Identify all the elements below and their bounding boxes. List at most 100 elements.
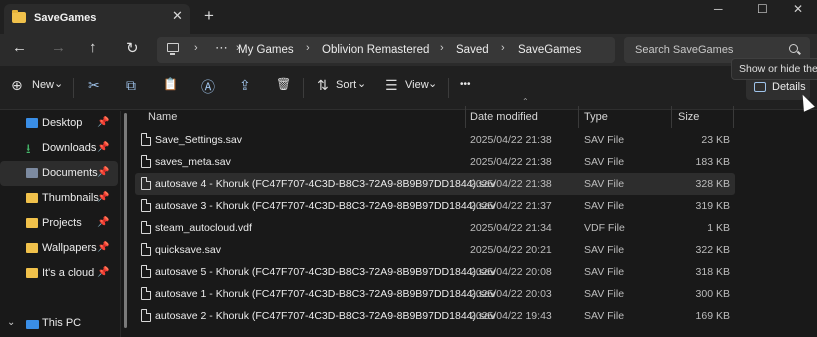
pin-icon[interactable]: 📌 (97, 142, 109, 153)
paste-icon[interactable]: 📋 (163, 77, 178, 91)
sidebar-item-its-a-cloud[interactable]: It's a cloud 📌 (0, 261, 118, 286)
column-header-name[interactable]: Name (148, 111, 177, 123)
rename-icon[interactable]: Ⓐ (201, 77, 215, 97)
breadcrumb-oblivion-remastered[interactable]: Oblivion Remastered (322, 44, 429, 56)
file-row[interactable]: autosave 4 - Khoruk (FC47F707-4C3D-B8C3-… (135, 173, 735, 195)
file-row[interactable]: steam_autocloud.vdf 2025/04/22 21:34 VDF… (135, 217, 735, 239)
new-tab-button[interactable]: + (204, 6, 214, 26)
file-icon (141, 133, 151, 146)
file-name: Save_Settings.sav (155, 134, 242, 146)
new-button[interactable]: New (32, 79, 54, 91)
scrollbar[interactable] (124, 113, 127, 328)
cut-icon[interactable]: ✂ (88, 77, 100, 94)
column-divider[interactable] (465, 106, 466, 128)
sidebar-item-label: Documents (42, 167, 98, 179)
share-icon[interactable]: ⇪ (239, 77, 251, 94)
file-row[interactable]: autosave 5 - Khoruk (FC47F707-4C3D-B8C3-… (135, 261, 735, 283)
refresh-button[interactable]: ↻ (126, 39, 139, 57)
maximize-button[interactable]: ☐ (757, 2, 768, 16)
sidebar-item-thumbnails[interactable]: Thumbnails 📌 (0, 186, 118, 211)
pin-icon[interactable]: 📌 (97, 167, 109, 178)
file-row[interactable]: autosave 2 - Khoruk (FC47F707-4C3D-B8C3-… (135, 305, 735, 327)
file-row[interactable]: Save_Settings.sav 2025/04/22 21:38 SAV F… (135, 129, 735, 151)
sidebar-item-wallpapers[interactable]: Wallpapers 📌 (0, 236, 118, 261)
minimize-button[interactable]: ─ (714, 2, 723, 16)
file-date: 2025/04/22 20:03 (470, 288, 552, 300)
pane-splitter[interactable] (120, 111, 121, 337)
breadcrumb-savegames[interactable]: SaveGames (518, 44, 581, 56)
new-icon[interactable]: ⊕ (11, 77, 23, 94)
title-bar: SaveGames ✕ + ─ ☐ ✕ (0, 0, 817, 34)
chevron-down-icon[interactable]: ⌄ (357, 77, 366, 90)
more-breadcrumbs-icon[interactable]: ⋯ (215, 40, 229, 56)
sort-button[interactable]: Sort (336, 79, 356, 91)
file-row[interactable]: quicksave.sav 2025/04/22 20:21 SAV File … (135, 239, 735, 261)
folder-icon (26, 268, 38, 278)
column-header-row: Name Date modified Type Size (135, 106, 735, 128)
sidebar-item-downloads[interactable]: ⭳ Downloads 📌 (0, 136, 118, 161)
sidebar-item-projects[interactable]: Projects 📌 (0, 211, 118, 236)
sidebar-item-documents[interactable]: Documents 📌 (0, 161, 118, 186)
file-name: autosave 4 - Khoruk (FC47F707-4C3D-B8C3-… (155, 178, 496, 190)
tab-close-icon[interactable]: ✕ (172, 8, 183, 24)
file-type: SAV File (584, 156, 625, 168)
close-window-button[interactable]: ✕ (793, 2, 803, 16)
breadcrumb-separator[interactable]: › (440, 42, 444, 54)
file-size: 23 KB (701, 134, 730, 146)
file-icon (141, 243, 151, 256)
folder-icon (12, 10, 26, 23)
breadcrumb-separator[interactable]: › (306, 42, 310, 54)
back-button[interactable]: ← (12, 39, 27, 56)
file-name: saves_meta.sav (155, 156, 231, 168)
file-type: SAV File (584, 134, 625, 146)
forward-button[interactable]: → (51, 39, 66, 56)
more-options-icon[interactable]: ••• (460, 79, 471, 90)
sidebar-item-label: It's a cloud (42, 267, 95, 279)
chevron-down-icon[interactable]: ⌄ (54, 77, 63, 90)
column-header-date[interactable]: Date modified (470, 111, 538, 123)
breadcrumb-separator[interactable]: › (194, 42, 198, 54)
breadcrumb-my-games[interactable]: My Games (238, 44, 294, 56)
pin-icon[interactable]: 📌 (97, 192, 109, 203)
documents-icon (26, 168, 38, 178)
column-header-type[interactable]: Type (584, 111, 608, 123)
address-bar[interactable]: › ⋯ › My Games › Oblivion Remastered › S… (157, 37, 615, 63)
copy-icon[interactable]: ⧉ (126, 77, 136, 94)
column-divider[interactable] (671, 106, 672, 128)
view-icon[interactable]: ☰ (385, 77, 398, 94)
column-header-size[interactable]: Size (678, 111, 699, 123)
column-divider[interactable] (578, 106, 579, 128)
search-icon[interactable] (789, 44, 798, 53)
breadcrumb-saved[interactable]: Saved (456, 44, 489, 56)
pin-icon[interactable]: 📌 (97, 117, 109, 128)
pin-icon[interactable]: 📌 (97, 267, 109, 278)
file-icon (141, 221, 151, 234)
details-label: Details (772, 81, 806, 93)
pin-icon[interactable]: 📌 (97, 242, 109, 253)
file-size: 319 KB (695, 200, 730, 212)
sidebar-item-this-pc[interactable]: This PC (42, 317, 81, 329)
details-pane-icon (754, 82, 766, 92)
file-row[interactable]: saves_meta.sav 2025/04/22 21:38 SAV File… (135, 151, 735, 173)
pin-icon[interactable]: 📌 (97, 217, 109, 228)
this-pc-icon (26, 320, 39, 329)
delete-icon[interactable]: 🗑 (276, 77, 291, 91)
file-size: 1 KB (707, 222, 730, 234)
column-divider[interactable] (733, 106, 734, 128)
up-button[interactable]: ↑ (89, 39, 97, 56)
chevron-down-icon[interactable]: ⌄ (428, 77, 437, 90)
file-type: SAV File (584, 178, 625, 190)
sidebar-item-label: Desktop (42, 117, 83, 129)
sidebar-item-label: Downloads (42, 142, 97, 154)
view-button[interactable]: View (405, 79, 429, 91)
breadcrumb-separator[interactable]: › (501, 42, 505, 54)
divider (448, 78, 449, 98)
sidebar-item-desktop[interactable]: Desktop 📌 (0, 111, 118, 136)
tab-savegames[interactable]: SaveGames ✕ (4, 4, 190, 34)
file-row[interactable]: autosave 1 - Khoruk (FC47F707-4C3D-B8C3-… (135, 283, 735, 305)
search-input[interactable]: Search SaveGames (635, 44, 733, 56)
file-size: 169 KB (695, 310, 730, 322)
sort-icon[interactable]: ⇅ (317, 77, 329, 94)
chevron-down-icon[interactable]: ⌄ (7, 317, 15, 328)
file-row[interactable]: autosave 3 - Khoruk (FC47F707-4C3D-B8C3-… (135, 195, 735, 217)
